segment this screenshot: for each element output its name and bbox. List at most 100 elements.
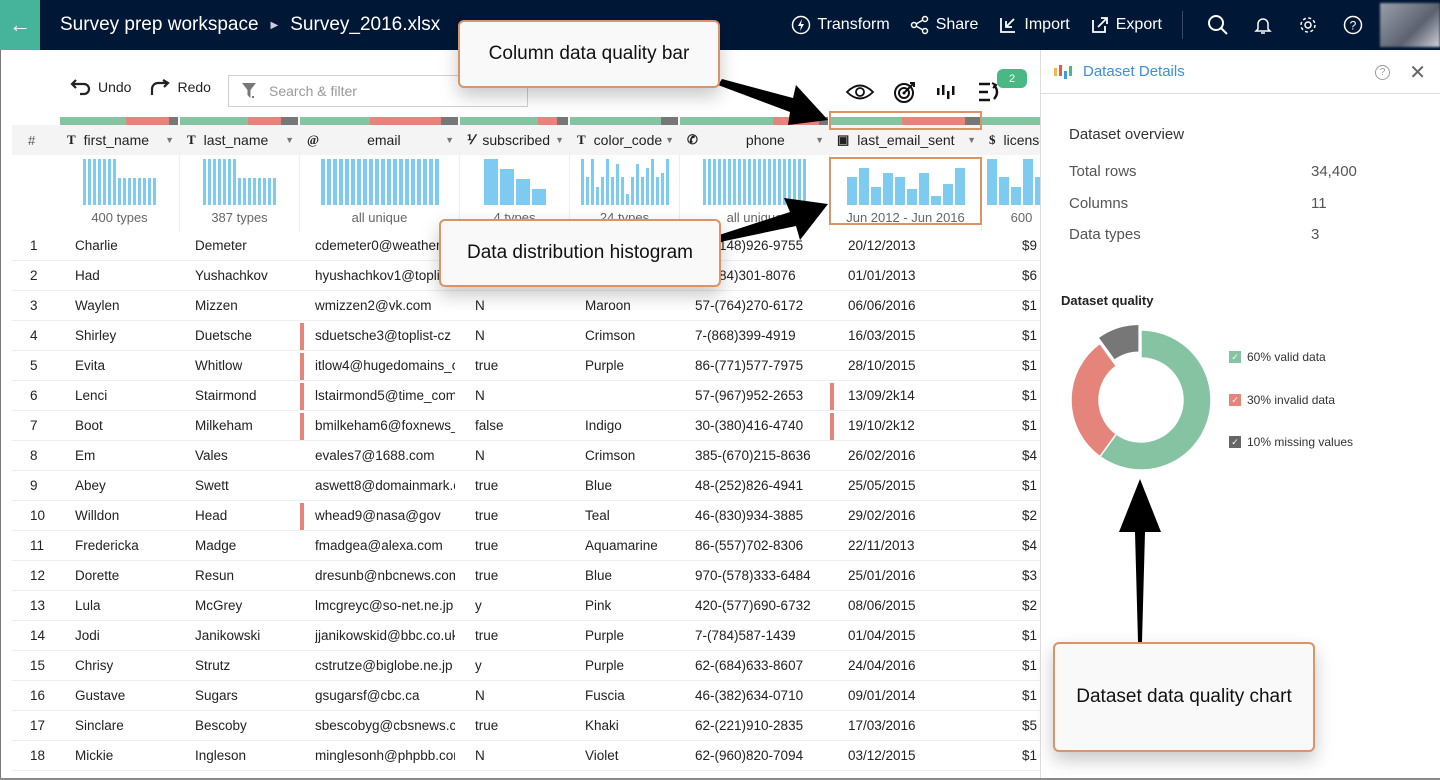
cell-email[interactable]: hyushachkov1@toplist.cz [315, 261, 455, 291]
cell-color-code[interactable]: Purple [585, 621, 675, 651]
column-header-first-name[interactable]: Tfirst_name ▼ [60, 125, 180, 155]
cell-last-email-sent[interactable]: 29/02/2016 [848, 501, 980, 531]
cell-color-code[interactable]: Pink [585, 591, 675, 621]
cell-phone[interactable]: 30-(380)416-4740 [695, 411, 825, 441]
cell-phone[interactable]: 62-(960)820-7094 [695, 741, 825, 771]
cell-first-name[interactable]: Mickie [75, 741, 175, 771]
cell-last-email-sent[interactable]: 19/10/2k12 [848, 411, 980, 441]
chevron-down-icon[interactable]: ▼ [285, 135, 294, 145]
panel-help-icon[interactable]: ? [1375, 65, 1390, 80]
cell-color-code[interactable] [585, 381, 675, 411]
cell-color-code[interactable]: Purple [585, 651, 675, 681]
table-row[interactable]: 17 Sinclare Bescoby sbescobyg@cbsnews.com tr… [12, 711, 1040, 741]
share-button[interactable]: Share [910, 15, 978, 35]
cell-license[interactable]: $1 [1022, 351, 1040, 381]
cell-license[interactable]: $1 [1022, 741, 1040, 771]
cell-subscribed[interactable]: N [475, 321, 565, 351]
legend-invalid[interactable]: ✓ 30% invalid data [1229, 393, 1335, 407]
cell-subscribed[interactable]: N [475, 741, 565, 771]
cell-last-name[interactable]: Ingleson [195, 741, 295, 771]
chevron-down-icon[interactable]: ▼ [165, 135, 174, 145]
table-row[interactable]: 15 Chrisy Strutz cstrutze@biglobe.ne.jp y Pur… [12, 651, 1040, 681]
cell-last-name[interactable]: Vales [195, 441, 295, 471]
cell-email[interactable]: minglesonh@phpbb.com [315, 741, 455, 771]
cell-first-name[interactable]: Dorette [75, 561, 175, 591]
cell-license[interactable]: $2 [1022, 591, 1040, 621]
table-row[interactable]: 6 Lenci Stairmond lstairmond5@time_com N 57-(… [12, 381, 1040, 411]
import-button[interactable]: Import [998, 15, 1070, 35]
table-row[interactable]: 13 Lula McGrey lmcgreyc@so-net.ne.jp y Pink 42… [12, 591, 1040, 621]
chevron-down-icon[interactable]: ▼ [967, 135, 976, 145]
cell-last-email-sent[interactable]: 25/05/2015 [848, 471, 980, 501]
cell-last-email-sent[interactable]: 06/06/2016 [848, 291, 980, 321]
cell-phone[interactable]: 46-(382)634-0710 [695, 681, 825, 711]
column-quality-bar[interactable] [680, 117, 828, 125]
cell-license[interactable]: $1 [1022, 291, 1040, 321]
cell-email[interactable]: bmilkeham6@foxnews_com [315, 411, 455, 441]
cell-last-email-sent[interactable]: 13/09/2k14 [848, 381, 980, 411]
cell-last-name[interactable]: Madge [195, 531, 295, 561]
table-row[interactable]: 5 Evita Whitlow itlow4@hugedomains_co true Pu… [12, 351, 1040, 381]
cell-license[interactable]: $5 [1022, 711, 1040, 741]
cell-color-code[interactable]: Purple [585, 351, 675, 381]
column-quality-bar[interactable] [60, 117, 178, 125]
cell-phone[interactable]: 86-(557)702-8306 [695, 531, 825, 561]
cell-color-code[interactable]: Violet [585, 741, 675, 771]
cell-license[interactable]: $1 [1022, 381, 1040, 411]
cell-license[interactable]: $1 [1022, 471, 1040, 501]
cell-subscribed[interactable]: y [475, 591, 565, 621]
cell-subscribed[interactable]: true [475, 351, 565, 381]
cell-first-name[interactable]: Boot [75, 411, 175, 441]
cell-phone[interactable]: 62-(221)910-2835 [695, 711, 825, 741]
cell-subscribed[interactable]: true [475, 561, 565, 591]
cell-phone[interactable]: 46-(830)934-3885 [695, 501, 825, 531]
cell-first-name[interactable]: Sinclare [75, 711, 175, 741]
cell-license[interactable]: $1 [1022, 651, 1040, 681]
cell-color-code[interactable]: Blue [585, 471, 675, 501]
legend-valid[interactable]: ✓ 60% valid data [1229, 350, 1326, 364]
redo-button[interactable]: Redo [149, 78, 211, 96]
cell-license[interactable]: $2 [1022, 501, 1040, 531]
target-icon[interactable] [893, 80, 917, 104]
cell-last-name[interactable]: Bescoby [195, 711, 295, 741]
table-row[interactable]: 16 Gustave Sugars gsugarsf@cbc.ca N Fuscia 46-… [12, 681, 1040, 711]
cell-phone[interactable]: 57-(967)952-2653 [695, 381, 825, 411]
cell-email[interactable]: fmadgea@alexa.com [315, 531, 455, 561]
cell-phone[interactable]: 7-(784)587-1439 [695, 621, 825, 651]
transform-button[interactable]: Transform [791, 15, 890, 35]
cell-email[interactable]: aswett8@domainmark.com [315, 471, 455, 501]
cell-color-code[interactable]: Crimson [585, 441, 675, 471]
settings-button[interactable] [1285, 15, 1330, 35]
cell-last-name[interactable]: Stairmond [195, 381, 295, 411]
cell-email[interactable]: lmcgreyc@so-net.ne.jp [315, 591, 455, 621]
cell-last-email-sent[interactable]: 09/01/2014 [848, 681, 980, 711]
undo-button[interactable]: Undo [70, 78, 131, 96]
chevron-down-icon[interactable]: ▼ [555, 135, 564, 145]
table-row[interactable]: 3 Waylen Mizzen wmizzen2@vk.com N Maroon 57-(7… [12, 291, 1040, 321]
cell-last-name[interactable]: Mizzen [195, 291, 295, 321]
cell-last-email-sent[interactable]: 01/04/2015 [848, 621, 980, 651]
chevron-down-icon[interactable]: ▼ [815, 135, 824, 145]
cell-last-email-sent[interactable]: 28/10/2015 [848, 351, 980, 381]
column-quality-bar[interactable] [982, 117, 1040, 125]
cell-first-name[interactable]: Chrisy [75, 651, 175, 681]
cell-last-name[interactable]: McGrey [195, 591, 295, 621]
cell-license[interactable]: $1 [1022, 321, 1040, 351]
column-header-license[interactable]: $ license [982, 125, 1040, 155]
cell-subscribed[interactable]: true [475, 501, 565, 531]
cell-last-name[interactable]: Demeter [195, 231, 295, 261]
cell-last-name[interactable]: Yushachkov [195, 261, 295, 291]
cell-email[interactable]: sduetsche3@toplist-cz [315, 321, 455, 351]
cell-subscribed[interactable]: true [475, 471, 565, 501]
cell-subscribed[interactable]: true [475, 621, 565, 651]
cell-first-name[interactable]: Had [75, 261, 175, 291]
cell-phone[interactable]: 57-(764)270-6172 [695, 291, 825, 321]
cell-phone[interactable]: 385-(670)215-8636 [695, 441, 825, 471]
back-button[interactable]: ← [0, 0, 40, 50]
cell-email[interactable]: sbescobyg@cbsnews.com [315, 711, 455, 741]
table-row[interactable]: 8 Em Vales evales7@1688.com N Crimson 385-(670… [12, 441, 1040, 471]
cell-phone[interactable]: 86-(771)577-7975 [695, 351, 825, 381]
cell-subscribed[interactable]: true [475, 711, 565, 741]
cell-last-email-sent[interactable]: 01/01/2013 [848, 261, 980, 291]
cell-subscribed[interactable]: N [475, 291, 565, 321]
